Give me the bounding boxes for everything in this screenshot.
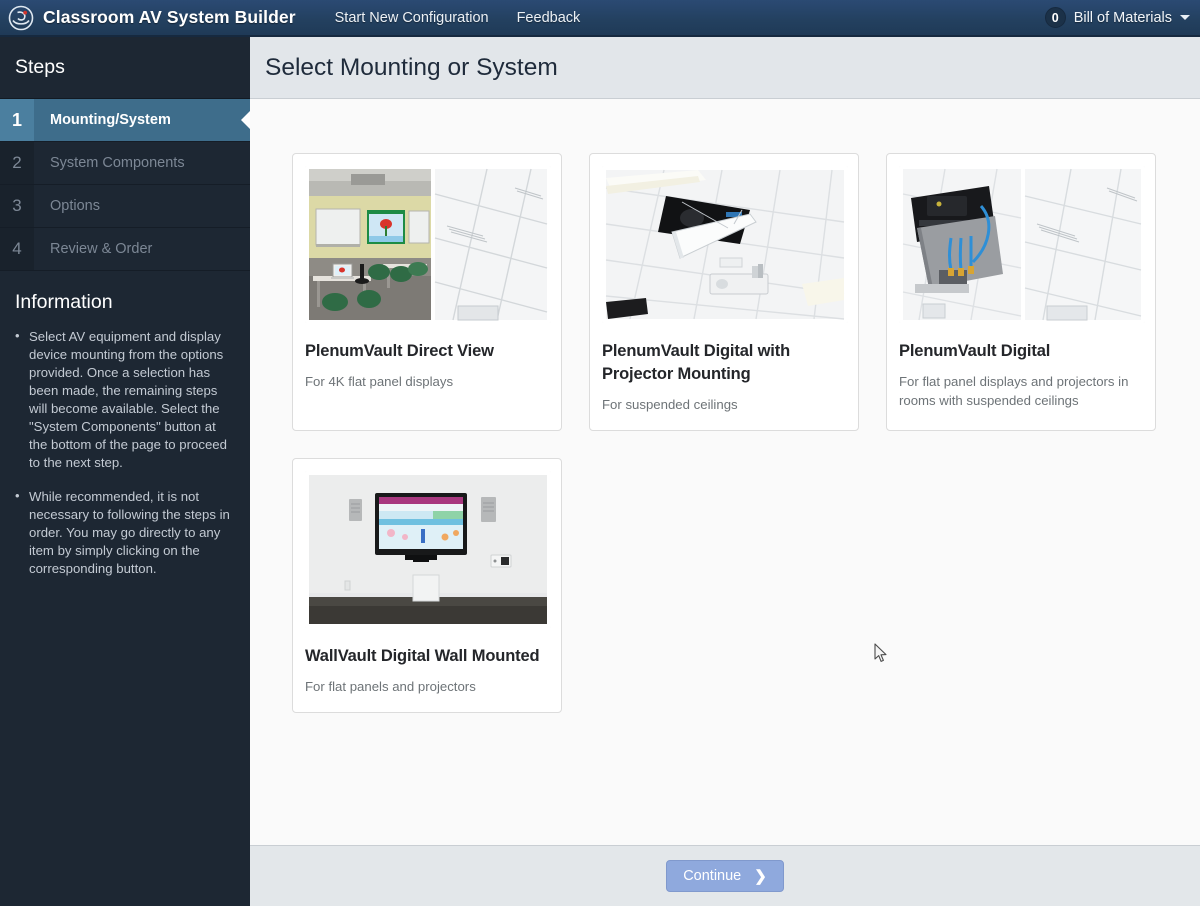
product-title: PlenumVault Direct View [305,342,494,360]
step-label: System Components [50,155,185,171]
product-card-area: PlenumVault Direct View For 4K flat pane… [250,100,1200,845]
product-image-ceiling-projector [602,166,848,323]
product-card-grid: PlenumVault Direct View For 4K flat pane… [292,153,1178,713]
product-subtitle: For flat panel displays and projectors i… [899,374,1129,408]
chevron-right-icon: ❯ [754,867,767,885]
product-card-plenumvault-digital-projector[interactable]: PlenumVault Digital with Projector Mount… [589,153,859,431]
step-label: Review & Order [50,241,153,257]
bill-of-materials-menu[interactable]: 0 Bill of Materials [1044,7,1200,28]
sidebar-step-review-order[interactable]: 4 Review & Order [0,228,250,271]
information-list: Select AV equipment and display device m… [15,327,233,578]
product-card-wallvault-digital-wall-mounted[interactable]: WallVault Digital Wall Mounted For flat … [292,458,562,713]
sidebar-header: Steps [0,37,250,99]
product-image-classroom [305,166,551,323]
step-label: Options [50,198,100,214]
information-item: Select AV equipment and display device m… [15,327,233,472]
product-subtitle: For 4K flat panel displays [305,374,454,389]
sidebar: Steps 1 Mounting/System 2 System Compone… [0,37,250,906]
product-image-wall-mounted-display [305,471,551,628]
information-panel: Information Select AV equipment and disp… [0,271,250,578]
main-content-area: Select Mounting or System PlenumVault Di… [250,37,1200,906]
continue-button-label: Continue [683,868,742,884]
sidebar-title: Steps [15,56,65,78]
product-image-open-vault [899,166,1145,323]
information-item: While recommended, it is not necessary t… [15,487,233,578]
bill-of-materials-label: Bill of Materials [1073,9,1172,26]
product-card-plenumvault-digital[interactable]: PlenumVault Digital For flat panel displ… [886,153,1156,431]
bill-of-materials-count-badge: 0 [1044,7,1066,28]
step-label: Mounting/System [50,112,171,128]
product-subtitle: For suspended ceilings [602,397,738,412]
brand-title: Classroom AV System Builder [43,7,296,27]
company-globe-logo-icon[interactable] [8,5,34,31]
footer-bar: Continue ❯ [250,845,1200,906]
product-title: PlenumVault Digital [899,342,1051,360]
information-title: Information [15,291,113,313]
product-title: WallVault Digital Wall Mounted [305,647,540,665]
primary-nav-links: Start New Configuration Feedback [321,1,595,35]
step-number: 2 [0,142,34,184]
product-subtitle: For flat panels and projectors [305,679,476,694]
step-number: 4 [0,228,34,270]
continue-button[interactable]: Continue ❯ [666,860,784,892]
nav-link-feedback[interactable]: Feedback [503,1,595,35]
chevron-down-icon [1180,15,1190,20]
sidebar-step-mounting-system[interactable]: 1 Mounting/System [0,99,250,142]
product-title: PlenumVault Digital with Projector Mount… [602,342,791,383]
page-title: Select Mounting or System [265,53,558,81]
step-number: 3 [0,185,34,227]
nav-link-start-new-configuration[interactable]: Start New Configuration [321,1,503,35]
top-navigation-bar: Classroom AV System Builder Start New Co… [0,0,1200,37]
sidebar-step-options[interactable]: 3 Options [0,185,250,228]
product-card-plenumvault-direct-view[interactable]: PlenumVault Direct View For 4K flat pane… [292,153,562,431]
page-header: Select Mounting or System [250,37,1200,99]
sidebar-step-system-components[interactable]: 2 System Components [0,142,250,185]
step-number: 1 [0,99,34,141]
